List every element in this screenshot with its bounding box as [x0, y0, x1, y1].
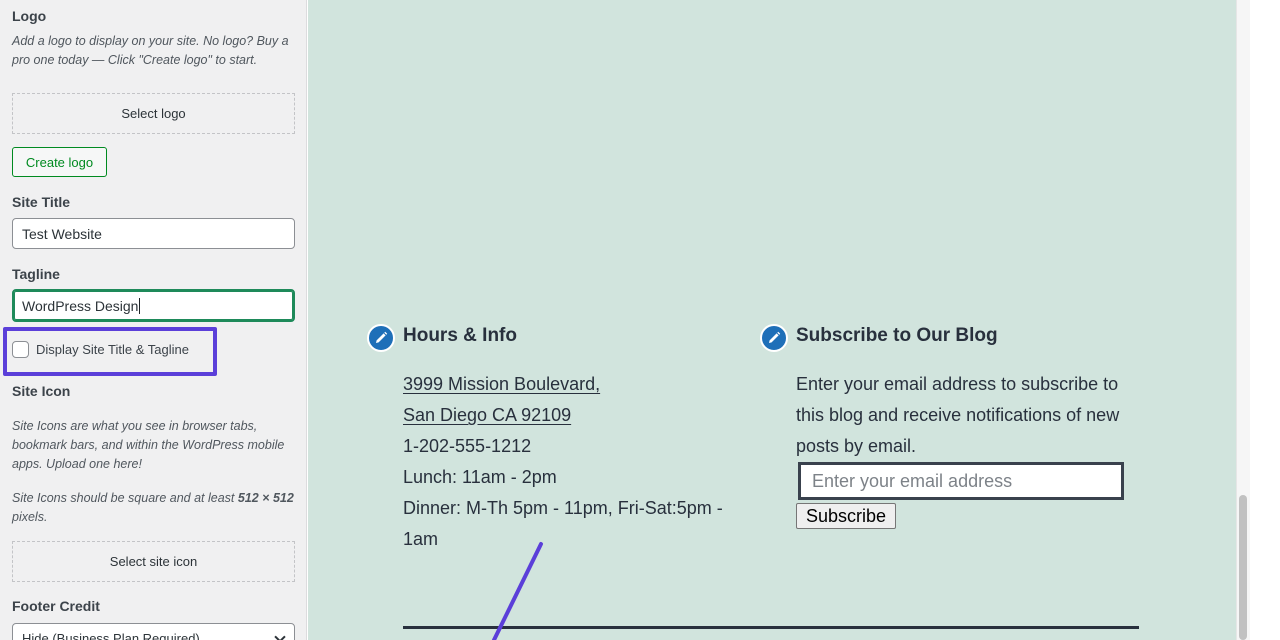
create-logo-button[interactable]: Create logo — [12, 147, 107, 177]
site-icon-size-note: Site Icons should be square and at least… — [12, 489, 294, 527]
subscribe-button[interactable]: Subscribe — [796, 503, 896, 529]
subscribe-text-line: Enter your email address to subscribe to — [796, 374, 1119, 394]
footer-credit-select[interactable]: Hide (Business Plan Required) — [12, 623, 295, 640]
display-title-tagline-label[interactable]: Display Site Title & Tagline — [36, 342, 189, 357]
annotation-arrow — [492, 542, 543, 640]
tagline-label: Tagline — [12, 266, 60, 282]
address-line2-link[interactable]: San Diego CA 92109 — [403, 405, 571, 425]
site-icon-title: Site Icon — [12, 383, 71, 399]
footer-credit-value: Hide (Business Plan Required) — [22, 631, 200, 640]
email-placeholder: Enter your email address — [812, 470, 1013, 491]
size-note-suffix: pixels. — [12, 510, 48, 524]
tagline-input[interactable]: WordPress Design — [12, 289, 295, 322]
select-logo-button[interactable]: Select logo — [12, 93, 295, 134]
pencil-icon — [769, 331, 781, 343]
site-preview: Hours & Info 3999 Mission Boulevard, San… — [308, 0, 1236, 640]
site-title-input[interactable]: Test Website — [12, 218, 295, 249]
pencil-icon — [376, 331, 388, 343]
select-site-icon-button[interactable]: Select site icon — [12, 541, 295, 582]
size-note-bold: 512 × 512 — [237, 491, 294, 505]
scrollbar-thumb[interactable] — [1239, 495, 1247, 640]
text-caret — [139, 297, 141, 314]
site-icon-description: Site Icons are what you see in browser t… — [12, 419, 285, 471]
dinner-hours-text: Dinner: M-Th 5pm - 11pm, Fri-Sat:5pm - — [403, 498, 723, 518]
subscribe-widget-description: Enter your email address to subscribe to… — [796, 369, 1119, 462]
display-title-tagline-checkbox[interactable] — [12, 341, 29, 358]
edit-hours-widget-icon[interactable] — [367, 324, 395, 352]
dinner-hours-text-cont: 1am — [403, 529, 439, 549]
hours-widget-content: 3999 Mission Boulevard, San Diego CA 921… — [403, 369, 723, 555]
subscribe-text-line: this blog and receive notifications of n… — [796, 405, 1120, 425]
hours-widget-title: Hours & Info — [403, 325, 517, 346]
size-note-prefix: Site Icons should be square and at least — [12, 491, 238, 505]
chevron-down-icon — [274, 631, 286, 640]
phone-text: 1-202-555-1212 — [403, 436, 532, 456]
subscribe-widget-title: Subscribe to Our Blog — [796, 325, 998, 346]
lunch-hours-text: Lunch: 11am - 2pm — [403, 467, 557, 487]
logo-section-title: Logo — [12, 8, 47, 24]
customizer-panel: Logo Add a logo to display on your site.… — [0, 0, 307, 640]
site-title-value: Test Website — [22, 225, 102, 242]
site-title-label: Site Title — [12, 194, 71, 210]
footer-credit-label: Footer Credit — [12, 598, 100, 614]
tagline-value: WordPress Design — [22, 297, 139, 314]
subscribe-text-line: posts by email. — [796, 436, 917, 456]
logo-description: Add a logo to display on your site. No l… — [12, 34, 289, 67]
subscribe-email-input[interactable]: Enter your email address — [798, 462, 1124, 500]
address-line1-link[interactable]: 3999 Mission Boulevard, — [403, 374, 600, 394]
edit-subscribe-widget-icon[interactable] — [760, 324, 788, 352]
